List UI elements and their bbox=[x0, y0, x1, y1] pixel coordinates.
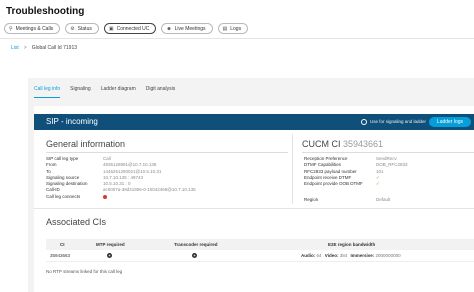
sip-title: SIP - incoming bbox=[46, 117, 98, 126]
toggle-label: Use for signaling and ladder bbox=[370, 119, 427, 124]
audio-value: 64 bbox=[316, 253, 322, 258]
divider bbox=[0, 38, 474, 39]
tab-digit-analysis[interactable]: Digit analysis bbox=[146, 86, 175, 98]
check-icon: ✓ bbox=[376, 181, 380, 187]
general-info-values: Call 4935128991@10.7.10.135 144525128002… bbox=[103, 156, 196, 199]
cucm-number: 35943661 bbox=[343, 139, 384, 149]
cucm-keys: Reception Preference DTMF Capabilities R… bbox=[304, 156, 363, 187]
error-status-icon bbox=[103, 194, 107, 199]
page-title: Troubleshooting bbox=[6, 6, 85, 17]
column-header-ci: CI bbox=[60, 242, 65, 247]
tab-bar: Call leg info Signaling Ladder diagram D… bbox=[34, 86, 175, 98]
live-meetings-label: Live Meetings bbox=[174, 25, 206, 32]
logs-button[interactable]: ▤ Logs bbox=[217, 23, 249, 34]
sip-header: SIP - incoming Use for signaling and lad… bbox=[34, 114, 474, 130]
tab-signaling[interactable]: Signaling bbox=[70, 86, 91, 98]
table-header: CI MTP required Transcoder required E2E … bbox=[46, 239, 474, 250]
ladder-logs-button[interactable]: Ladder logs bbox=[429, 117, 471, 127]
toolbar: ⚲ Meetings & Calls ⚙ Status ▣ Connected … bbox=[4, 23, 249, 34]
plus-circle-icon: + bbox=[107, 253, 112, 258]
bandwidth-values: Audio: 64 Video: 384 Immersive: 20000000… bbox=[301, 253, 403, 258]
divider bbox=[34, 208, 474, 209]
breadcrumb: List > Global Call Id 71913 bbox=[11, 45, 77, 51]
document-icon: ▤ bbox=[222, 25, 228, 32]
tab-ladder-diagram[interactable]: Ladder diagram bbox=[101, 86, 136, 98]
chevron-right-icon: > bbox=[23, 45, 27, 51]
general-info-title: General information bbox=[46, 139, 126, 149]
audio-label: Audio: bbox=[301, 253, 316, 258]
video-value: 384 bbox=[339, 253, 348, 258]
immersive-label: Immersive: bbox=[350, 253, 375, 258]
logs-label: Logs bbox=[230, 25, 242, 32]
meetings-calls-button[interactable]: ⚲ Meetings & Calls bbox=[4, 23, 61, 34]
connected-uc-label: Connected UC bbox=[116, 25, 150, 32]
column-header-bandwidth: E2E region bandwidth bbox=[328, 242, 376, 247]
info-key: Endpoint provide OOB DTMF bbox=[304, 181, 363, 187]
breadcrumb-list-link[interactable]: List bbox=[11, 45, 19, 51]
cucm-title: CUCM CI 35943661 bbox=[302, 139, 383, 149]
region-value: Default bbox=[376, 197, 391, 202]
search-icon: ⚲ bbox=[9, 25, 13, 32]
no-rtp-message: No RTP streams linked for this call leg bbox=[46, 269, 123, 274]
tab-call-leg-info[interactable]: Call leg info bbox=[34, 86, 61, 98]
column-header-transcoder: Transcoder required bbox=[174, 242, 218, 247]
info-key: Call leg connects bbox=[46, 193, 81, 199]
divider bbox=[46, 152, 288, 153]
signaling-ladder-toggle[interactable] bbox=[361, 119, 367, 125]
people-icon: ☻ bbox=[166, 25, 172, 32]
breadcrumb-current: Global Call Id 71913 bbox=[31, 45, 78, 51]
status-label: Status bbox=[77, 25, 92, 32]
general-info-keys: SIP call leg type From To Signaling sour… bbox=[46, 156, 106, 200]
cucm-values: SendRecv DOB_RFC2833 101 ✓ ✓ bbox=[376, 156, 408, 187]
immersive-value: 2000000000 bbox=[375, 253, 401, 258]
column-header-mtp: MTP required bbox=[96, 242, 125, 247]
associated-cis-title: Associated CIs bbox=[46, 217, 107, 227]
status-button[interactable]: ⚙ Status bbox=[65, 23, 99, 34]
ci-value[interactable]: 35943663 bbox=[50, 253, 70, 258]
sip-card: SIP - incoming Use for signaling and lad… bbox=[34, 106, 474, 292]
divider bbox=[292, 134, 293, 204]
table-row[interactable]: 35943663 + + Audio: 64 Video: 384 Immers… bbox=[46, 250, 474, 262]
divider bbox=[302, 152, 474, 153]
meetings-calls-label: Meetings & Calls bbox=[15, 25, 54, 32]
live-meetings-button[interactable]: ☻ Live Meetings bbox=[161, 23, 213, 34]
region-key: Region bbox=[304, 197, 319, 202]
gear-icon: ⚙ bbox=[70, 25, 75, 32]
cucm-label: CUCM CI bbox=[302, 139, 341, 149]
video-label: Video: bbox=[324, 253, 339, 258]
connected-uc-icon: ▣ bbox=[108, 25, 114, 32]
info-value: ac0007a-38d41906-0-10042469@10.7.10.135 bbox=[103, 187, 196, 193]
connected-uc-button[interactable]: ▣ Connected UC bbox=[103, 23, 157, 34]
plus-circle-icon: + bbox=[192, 253, 197, 258]
